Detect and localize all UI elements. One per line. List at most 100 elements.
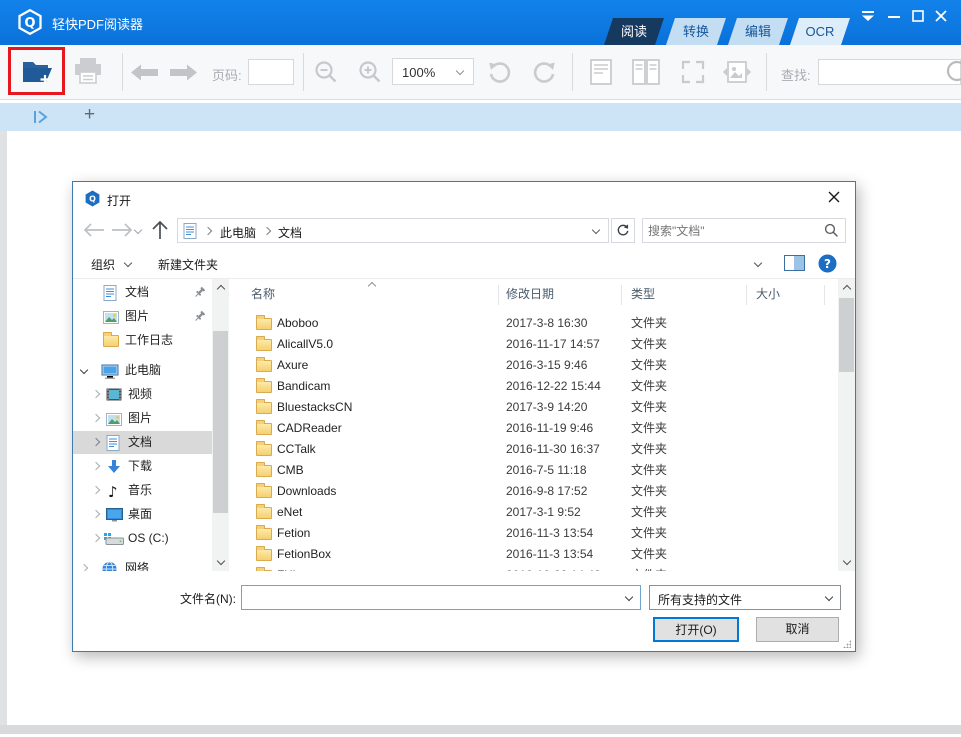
sidebar-item-work-log[interactable]: 工作日志 bbox=[73, 329, 212, 352]
statusbar bbox=[0, 725, 961, 734]
new-tab-button[interactable]: + bbox=[84, 104, 95, 126]
prev-page-button[interactable] bbox=[131, 64, 159, 81]
find-input[interactable] bbox=[818, 59, 961, 85]
sidebar-item-pictures-quick[interactable]: 图片 bbox=[73, 305, 212, 328]
chevron-down-icon[interactable] bbox=[80, 366, 88, 374]
open-button[interactable]: 打开(O) bbox=[653, 617, 739, 642]
double-page-view-button[interactable] bbox=[632, 59, 660, 85]
chevron-right-icon[interactable] bbox=[80, 564, 88, 571]
nav-up-button[interactable] bbox=[151, 220, 169, 240]
chevron-right-icon[interactable] bbox=[92, 414, 100, 422]
column-header-name[interactable]: 名称 bbox=[251, 282, 275, 306]
scroll-down-arrow[interactable] bbox=[212, 554, 229, 571]
maximize-icon[interactable] bbox=[910, 8, 930, 28]
scroll-down-arrow[interactable] bbox=[838, 554, 855, 571]
file-row[interactable]: Axure 2016-3-15 9:46 文件夹 bbox=[233, 355, 833, 376]
file-row[interactable]: CADReader 2016-11-19 9:46 文件夹 bbox=[233, 418, 833, 439]
search-icon[interactable] bbox=[824, 223, 839, 238]
sidebar-item-downloads[interactable]: 下载 bbox=[73, 455, 212, 478]
scrollbar-thumb[interactable] bbox=[839, 298, 854, 372]
sidebar-item-this-pc[interactable]: 此电脑 bbox=[73, 359, 212, 382]
next-page-button[interactable] bbox=[169, 64, 197, 81]
tab-ocr[interactable]: OCR bbox=[790, 18, 850, 45]
organize-button[interactable]: 组织 bbox=[91, 256, 115, 273]
zoom-out-button[interactable] bbox=[314, 60, 339, 85]
zoom-level-select[interactable]: 100% bbox=[392, 58, 474, 85]
sidebar-item-pictures[interactable]: 图片 bbox=[73, 407, 212, 430]
sidebar-scrollbar[interactable] bbox=[212, 279, 229, 571]
file-row[interactable]: Bandicam 2016-12-22 15:44 文件夹 bbox=[233, 376, 833, 397]
file-row[interactable]: Fetion 2016-11-3 13:54 文件夹 bbox=[233, 523, 833, 544]
skin-menu-icon[interactable] bbox=[860, 8, 880, 28]
new-folder-button[interactable]: 新建文件夹 bbox=[158, 256, 218, 273]
view-mode-chevron-icon[interactable] bbox=[754, 259, 762, 267]
nav-forward-button[interactable] bbox=[111, 223, 133, 237]
file-row[interactable]: CMB 2016-7-5 11:18 文件夹 bbox=[233, 460, 833, 481]
sidebar-expand-icon[interactable] bbox=[32, 109, 50, 125]
filename-input[interactable] bbox=[244, 587, 619, 608]
chevron-right-icon[interactable] bbox=[92, 510, 100, 518]
file-type-filter-select[interactable]: 所有支持的文件 bbox=[649, 585, 841, 610]
tab-convert[interactable]: 转换 bbox=[666, 18, 726, 45]
column-header-size[interactable]: 大小 bbox=[756, 282, 780, 306]
page-number-input[interactable] bbox=[248, 59, 294, 85]
print-button[interactable] bbox=[72, 56, 108, 90]
file-list-scrollbar[interactable] bbox=[838, 279, 855, 571]
chevron-right-icon[interactable] bbox=[92, 486, 100, 494]
video-icon bbox=[106, 388, 122, 401]
fullscreen-button[interactable] bbox=[680, 59, 706, 85]
file-row[interactable]: Downloads 2016-9-8 17:52 文件夹 bbox=[233, 481, 833, 502]
column-header-type[interactable]: 类型 bbox=[631, 282, 655, 306]
refresh-button[interactable] bbox=[611, 218, 635, 243]
help-button[interactable]: ? bbox=[818, 254, 837, 273]
address-bar[interactable]: 此电脑 文档 bbox=[177, 218, 609, 243]
scroll-up-arrow[interactable] bbox=[212, 279, 229, 296]
sidebar-item-desktop[interactable]: 桌面 bbox=[73, 503, 212, 526]
close-icon[interactable] bbox=[933, 8, 953, 28]
address-dropdown-chevron-icon[interactable] bbox=[592, 226, 600, 234]
sidebar-item-network[interactable]: 网络 bbox=[73, 557, 212, 571]
single-page-view-button[interactable] bbox=[590, 59, 612, 85]
chevron-right-icon[interactable] bbox=[92, 390, 100, 398]
filename-label: 文件名(N): bbox=[133, 590, 236, 607]
tab-edit[interactable]: 编辑 bbox=[728, 18, 788, 45]
dialog-sidebar: 文档 图片 工作日志 bbox=[73, 279, 212, 571]
sidebar-item-documents-quick[interactable]: 文档 bbox=[73, 281, 212, 304]
file-row[interactable]: AlicallV5.0 2016-11-17 14:57 文件夹 bbox=[233, 334, 833, 355]
column-header-date[interactable]: 修改日期 bbox=[506, 282, 554, 306]
nav-back-button[interactable] bbox=[83, 223, 105, 237]
breadcrumb-this-pc[interactable]: 此电脑 bbox=[220, 224, 256, 241]
scroll-up-arrow[interactable] bbox=[838, 279, 855, 296]
sidebar-item-videos[interactable]: 视频 bbox=[73, 383, 212, 406]
file-row[interactable]: Aboboo 2017-3-8 16:30 文件夹 bbox=[233, 313, 833, 334]
preview-pane-button[interactable] bbox=[784, 255, 805, 271]
minimize-icon[interactable] bbox=[886, 8, 906, 28]
chevron-right-icon[interactable] bbox=[92, 438, 100, 446]
file-row[interactable]: BluestacksCN 2017-3-9 14:20 文件夹 bbox=[233, 397, 833, 418]
file-row[interactable]: eNet 2017-3-1 9:52 文件夹 bbox=[233, 502, 833, 523]
tab-read[interactable]: 阅读 bbox=[604, 18, 664, 45]
folder-icon bbox=[256, 339, 272, 351]
find-search-icon[interactable] bbox=[944, 58, 961, 86]
sidebar-item-documents-selected[interactable]: 文档 bbox=[73, 431, 212, 454]
resize-grip[interactable] bbox=[843, 640, 851, 648]
nav-history-chevron-icon[interactable] bbox=[134, 226, 142, 234]
dialog-close-icon[interactable] bbox=[827, 190, 845, 208]
zoom-in-button[interactable] bbox=[358, 60, 383, 85]
rotate-left-button[interactable] bbox=[486, 60, 512, 86]
cancel-button[interactable]: 取消 bbox=[756, 617, 839, 642]
sidebar-item-music[interactable]: ♪ 音乐 bbox=[73, 479, 212, 502]
search-input[interactable] bbox=[648, 221, 816, 240]
rotate-right-button[interactable] bbox=[532, 60, 558, 86]
file-row[interactable]: FetionBox 2016-11-3 13:54 文件夹 bbox=[233, 544, 833, 565]
snapshot-button[interactable] bbox=[722, 61, 752, 83]
file-row[interactable]: CCTalk 2016-11-30 16:37 文件夹 bbox=[233, 439, 833, 460]
scrollbar-thumb[interactable] bbox=[213, 331, 228, 513]
breadcrumb-documents[interactable]: 文档 bbox=[278, 224, 302, 241]
sidebar-item-os-c-drive[interactable]: OS (C:) bbox=[73, 527, 212, 550]
filename-combobox[interactable] bbox=[241, 585, 641, 610]
document-tabstrip: + bbox=[0, 103, 961, 131]
chevron-right-icon[interactable] bbox=[92, 534, 100, 542]
view-mode-button[interactable] bbox=[721, 255, 741, 272]
chevron-right-icon[interactable] bbox=[92, 462, 100, 470]
